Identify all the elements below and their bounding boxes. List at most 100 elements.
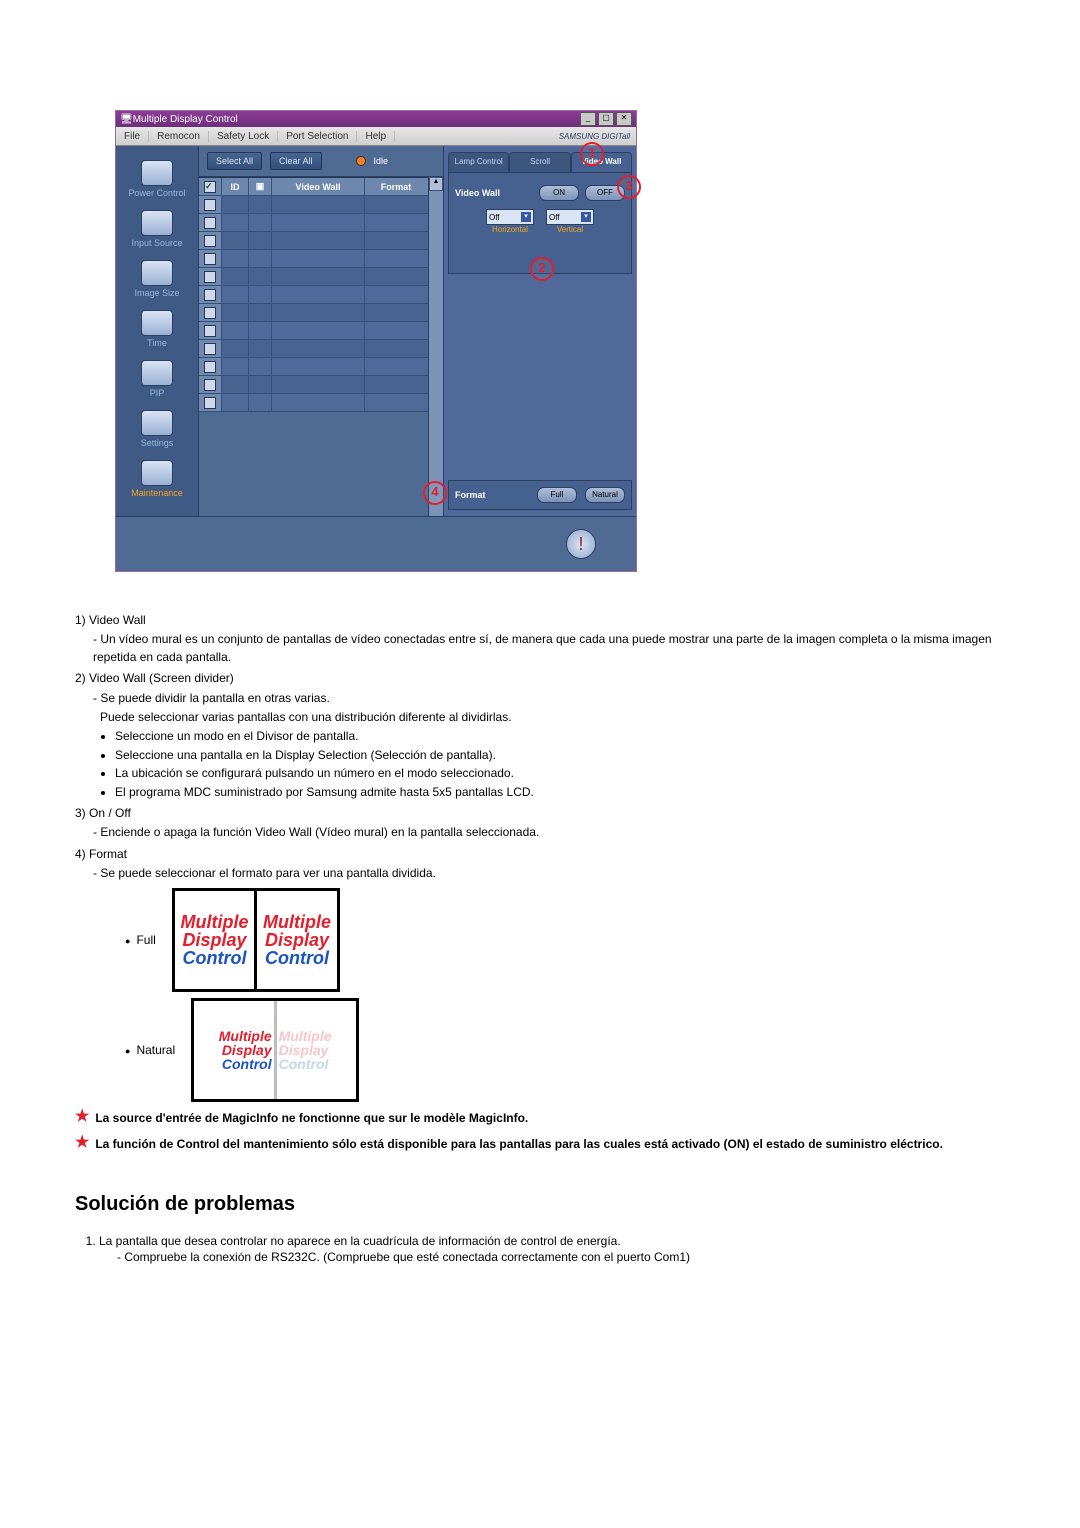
maintenance-icon: [141, 460, 173, 486]
menu-remocon[interactable]: Remocon: [149, 131, 209, 142]
grid-row[interactable]: [199, 232, 428, 250]
thumb-natural-label: Natural: [125, 1042, 175, 1059]
row-checkbox[interactable]: [204, 289, 216, 301]
nav-input-source[interactable]: Input Source: [116, 206, 198, 256]
minimize-button[interactable]: _: [580, 112, 596, 126]
idle-label: Idle: [374, 156, 389, 166]
row-checkbox[interactable]: [204, 307, 216, 319]
video-wall-on-button[interactable]: ON: [539, 185, 579, 201]
grid-row[interactable]: [199, 250, 428, 268]
row-checkbox[interactable]: [204, 235, 216, 247]
desc-1-line: - Un vídeo mural es un conjunto de panta…: [93, 631, 1005, 666]
row-checkbox[interactable]: [204, 199, 216, 211]
col-id[interactable]: ID: [222, 178, 249, 195]
select-all-button[interactable]: Select All: [207, 152, 262, 170]
desc-1-title: 1) Video Wall: [75, 612, 1005, 629]
grid-row[interactable]: [199, 268, 428, 286]
mdc-window: 🖥 Multiple Display Control _ ▢ ✕ File Re…: [115, 110, 637, 572]
menu-file[interactable]: File: [116, 131, 149, 142]
desc-2-line1: - Se puede dividir la pantalla en otras …: [93, 690, 1005, 707]
bullet: La ubicación se configurará pulsando un …: [115, 765, 1005, 782]
format-full-button[interactable]: Full: [537, 487, 577, 503]
nav-image-size[interactable]: Image Size: [116, 256, 198, 306]
menu-port-selection[interactable]: Port Selection: [278, 131, 357, 142]
grid-row[interactable]: [199, 394, 428, 412]
tab-lamp-control[interactable]: Lamp Control: [448, 152, 509, 172]
brand-label: SAMSUNG DIGITall: [553, 132, 636, 141]
tab-scroll[interactable]: Scroll: [509, 152, 570, 172]
window-footer: !: [116, 516, 636, 571]
app-icon: 🖥: [120, 114, 133, 125]
grid-row[interactable]: [199, 358, 428, 376]
row-checkbox[interactable]: [204, 343, 216, 355]
format-box: 4 Format Full Natural: [448, 480, 632, 510]
desc-3-title: 3) On / Off: [75, 805, 1005, 822]
grid-row[interactable]: [199, 340, 428, 358]
grid-scrollbar[interactable]: ▲: [428, 177, 443, 516]
maximize-button[interactable]: ▢: [598, 112, 614, 126]
menu-safety-lock[interactable]: Safety Lock: [209, 131, 278, 142]
menu-help[interactable]: Help: [357, 131, 395, 142]
power-icon: [141, 160, 173, 186]
window-titlebar[interactable]: 🖥 Multiple Display Control _ ▢ ✕: [116, 111, 636, 127]
grid-row[interactable]: [199, 196, 428, 214]
vertical-dropdown[interactable]: Off▾: [546, 209, 594, 225]
desc-2-title: 2) Video Wall (Screen divider): [75, 670, 1005, 687]
pip-icon: [141, 360, 173, 386]
clear-all-button[interactable]: Clear All: [270, 152, 322, 170]
col-status-icon: ▣: [249, 178, 272, 195]
thumb-natural: Multiple Display Control Multiple Displa…: [191, 998, 359, 1102]
format-natural-button[interactable]: Natural: [585, 487, 625, 503]
header-checkbox[interactable]: [204, 181, 216, 193]
desc-4-title: 4) Format: [75, 846, 1005, 863]
desc-2-bullets: Seleccione un modo en el Divisor de pant…: [115, 728, 1005, 801]
callout-4: 4: [423, 481, 447, 505]
note-2: ★ La función de Control del mantenimient…: [75, 1136, 1005, 1153]
chevron-down-icon: ▾: [521, 212, 531, 222]
nav-settings[interactable]: Settings: [116, 406, 198, 456]
callout-2: 2: [530, 257, 554, 281]
display-grid: ID ▣ Video Wall Format: [199, 177, 428, 516]
close-button[interactable]: ✕: [616, 112, 632, 126]
thumb-full-label: Full: [125, 932, 156, 949]
callout-1: 1: [580, 142, 604, 166]
note-1: ★ La source d'entrée de MagicInfo ne fon…: [75, 1110, 1005, 1127]
menubar: File Remocon Safety Lock Port Selection …: [116, 127, 636, 146]
row-checkbox[interactable]: [204, 379, 216, 391]
grid-row[interactable]: [199, 214, 428, 232]
thumb-full: Multiple Display Control Multiple Displa…: [172, 888, 340, 992]
grid-row[interactable]: [199, 376, 428, 394]
troubleshoot-q1-answer: - Compruebe la conexión de RS232C. (Comp…: [117, 1250, 1005, 1264]
format-label: Format: [455, 490, 486, 500]
time-icon: [141, 310, 173, 336]
troubleshoot-heading: Solución de problemas: [75, 1193, 1005, 1216]
grid-row[interactable]: [199, 304, 428, 322]
video-wall-label: Video Wall: [455, 188, 500, 198]
row-checkbox[interactable]: [204, 253, 216, 265]
window-title: Multiple Display Control: [133, 114, 238, 125]
star-icon: ★: [75, 1136, 89, 1153]
horizontal-dropdown[interactable]: Off▾: [486, 209, 534, 225]
settings-icon: [141, 410, 173, 436]
nav-maintenance[interactable]: Maintenance: [116, 456, 198, 506]
row-checkbox[interactable]: [204, 217, 216, 229]
star-icon: ★: [75, 1110, 89, 1127]
troubleshoot-list: La pantalla que desea controlar no apare…: [99, 1234, 1005, 1264]
col-format[interactable]: Format: [365, 178, 427, 195]
vertical-label: Vertical: [546, 225, 594, 234]
chevron-down-icon: ▾: [581, 212, 591, 222]
row-checkbox[interactable]: [204, 361, 216, 373]
row-checkbox[interactable]: [204, 325, 216, 337]
troubleshoot-q1: La pantalla que desea controlar no apare…: [99, 1234, 621, 1248]
row-checkbox[interactable]: [204, 271, 216, 283]
grid-row[interactable]: [199, 322, 428, 340]
warning-icon: !: [566, 529, 596, 559]
nav-power-control[interactable]: Power Control: [116, 156, 198, 206]
nav-time[interactable]: Time: [116, 306, 198, 356]
grid-row[interactable]: [199, 286, 428, 304]
row-checkbox[interactable]: [204, 397, 216, 409]
bullet: Seleccione una pantalla en la Display Se…: [115, 747, 1005, 764]
scroll-up-button[interactable]: ▲: [429, 177, 443, 191]
nav-pip[interactable]: PIP: [116, 356, 198, 406]
col-video-wall[interactable]: Video Wall: [272, 178, 365, 195]
